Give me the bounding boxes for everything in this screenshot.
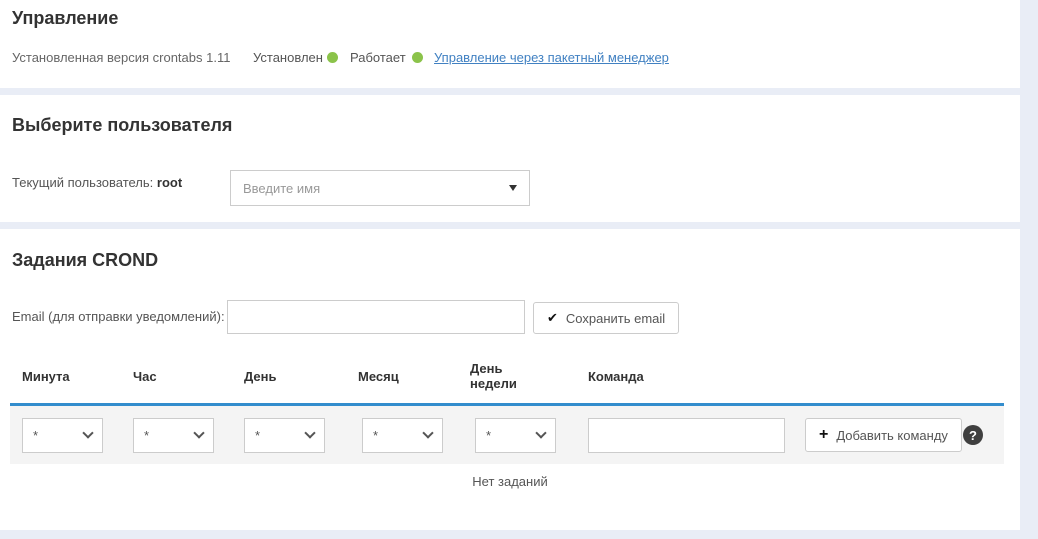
minute-select[interactable]: * xyxy=(22,418,103,453)
current-user-row: Текущий пользователь: root xyxy=(12,175,182,190)
add-command-button-label: Добавить команду xyxy=(836,428,948,443)
installed-status-dot-icon xyxy=(327,52,338,63)
crond-tasks-panel: Задания CROND Email (для отправки уведом… xyxy=(0,229,1020,530)
save-email-button-label: Сохранить email xyxy=(566,311,665,326)
weekday-select[interactable]: * xyxy=(475,418,556,453)
column-header-hour: Час xyxy=(133,352,228,400)
chevron-down-icon xyxy=(82,427,93,438)
installed-status-label: Установлен xyxy=(253,50,323,65)
hour-select[interactable]: * xyxy=(133,418,214,453)
plus-icon: + xyxy=(819,426,828,444)
running-status-dot-icon xyxy=(412,52,423,63)
management-title: Управление xyxy=(12,8,118,29)
add-command-button[interactable]: + Добавить команду xyxy=(805,418,962,452)
help-icon[interactable]: ? xyxy=(963,425,983,445)
new-task-row: * * * * * + Добавить команду xyxy=(10,406,1004,464)
command-input[interactable] xyxy=(588,418,785,453)
day-select[interactable]: * xyxy=(244,418,325,453)
installed-version-text: Установленная версия crontabs 1.11 xyxy=(12,50,230,65)
dropdown-arrow-icon xyxy=(509,185,517,191)
email-input[interactable] xyxy=(227,300,525,334)
current-user-value: root xyxy=(157,175,182,190)
chevron-down-icon xyxy=(422,427,433,438)
package-manager-link[interactable]: Управление через пакетный менеджер xyxy=(434,50,669,65)
user-select-placeholder: Введите имя xyxy=(243,181,509,196)
column-header-minute: Минута xyxy=(22,352,117,400)
crontab-management-page: Управление Установленная версия crontabs… xyxy=(0,0,1038,539)
user-select-title: Выберите пользователя xyxy=(12,115,232,136)
user-select-dropdown[interactable]: Введите имя xyxy=(230,170,530,206)
save-email-button[interactable]: ✔ Сохранить email xyxy=(533,302,679,334)
crond-title: Задания CROND xyxy=(12,250,158,271)
checkmark-icon: ✔ xyxy=(547,310,558,326)
column-header-month: Месяц xyxy=(358,352,453,400)
month-select[interactable]: * xyxy=(362,418,443,453)
chevron-down-icon xyxy=(304,427,315,438)
current-user-label: Текущий пользователь: xyxy=(12,175,153,190)
chevron-down-icon xyxy=(193,427,204,438)
chevron-down-icon xyxy=(535,427,546,438)
email-label: Email (для отправки уведомлений): xyxy=(12,309,225,324)
user-select-panel: Выберите пользователя Текущий пользовате… xyxy=(0,95,1020,222)
column-header-command: Команда xyxy=(588,352,683,400)
column-header-day: День xyxy=(244,352,339,400)
management-panel: Управление Установленная версия crontabs… xyxy=(0,0,1020,88)
running-status-label: Работает xyxy=(350,50,406,65)
column-header-weekday: День недели xyxy=(470,352,532,400)
empty-tasks-text: Нет заданий xyxy=(0,474,1020,489)
